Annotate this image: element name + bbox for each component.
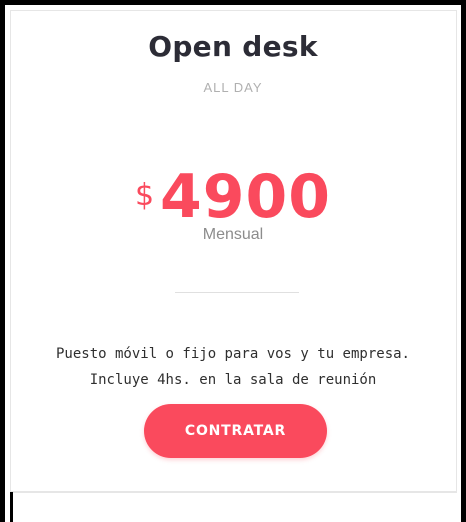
description-line-1: Puesto móvil o fijo para vos y tu empres… — [55, 346, 410, 362]
plan-description: Puesto móvil o fijo para vos y tu empres… — [0, 341, 466, 393]
price: $4900 — [0, 162, 466, 232]
plan-subtitle: ALL DAY — [203, 80, 263, 95]
currency-symbol: $ — [134, 178, 155, 213]
price-amount: 4900 — [160, 162, 332, 232]
contratar-button[interactable]: CONTRATAR — [144, 404, 327, 458]
divider — [175, 292, 299, 293]
plan-title: Open desk — [148, 30, 318, 63]
description-line-2: Incluye 4hs. en la sala de reunión — [89, 372, 377, 388]
card-bottom-border — [13, 492, 457, 493]
billing-period: Mensual — [202, 226, 264, 243]
